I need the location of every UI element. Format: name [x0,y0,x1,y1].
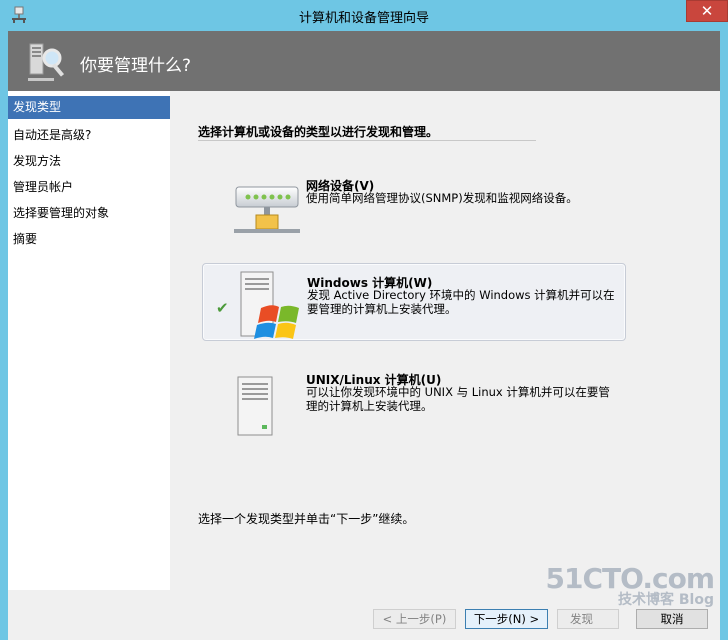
network-device-icon [234,186,300,233]
option-unix-linux-computer[interactable]: UNIX/Linux 计算机(U) 可以让你发现环境中的 UNIX 与 Linu… [202,367,624,443]
instruction-hint: 选择一个发现类型并单击“下一步”继续。 [198,512,415,526]
step-discovery-method[interactable]: 发现方法 [8,148,170,174]
option-network-device-description: 使用简单网络管理协议(SNMP)发现和监视网络设备。 [306,191,578,205]
window-title: 计算机和设备管理向导 [298,11,429,26]
step-discovery-type[interactable]: 发现类型 [8,96,170,119]
option-network-device[interactable]: 网络设备(V) 使用简单网络管理协议(SNMP)发现和监视网络设备。 [202,169,624,245]
section-title: 选择计算机或设备的类型以进行发现和管理。 [198,125,439,139]
discovery-wizard-icon [28,43,65,81]
wizard-window: 计算机和设备管理向导 ✕ 你要管理什么? 发现类型 自动还是高级? 发现方法 管… [0,0,728,640]
cancel-button[interactable]: 取消 [636,609,708,629]
option-windows-computer[interactable]: ✔ Windows 计算机(W) 发现 Active Directory 环境中… [202,263,626,341]
wizard-content: 选择计算机或设备的类型以进行发现和管理。 网络设备(V) 使用简单网络管理协议(… [170,91,720,590]
next-button[interactable]: 下一步(N) > [465,609,548,629]
wizard-header: 你要管理什么? [8,31,720,91]
section-divider [198,140,536,141]
windows-computer-icon [240,271,299,339]
page-title: 你要管理什么? [80,56,192,76]
wizard-steps-sidebar: 发现类型 自动还是高级? 发现方法 管理员帐户 选择要管理的对象 摘要 [8,91,170,590]
site-watermark: 51CTO.com 技术博客 Blog [546,562,715,609]
previous-button[interactable]: < 上一步(P) [373,609,456,629]
option-windows-computer-description: 发现 Active Directory 环境中的 Windows 计算机并可以在… [307,288,615,316]
step-select-objects[interactable]: 选择要管理的对象 [8,200,170,226]
discover-button[interactable]: 发现 [557,609,619,629]
checkmark-icon: ✔ [216,299,229,317]
option-unix-linux-computer-description: 可以让你发现环境中的 UNIX 与 Linux 计算机并可以在要管理的计算机上安… [306,385,610,413]
step-auto-or-advanced[interactable]: 自动还是高级? [8,122,170,148]
step-summary[interactable]: 摘要 [8,226,170,252]
unix-linux-computer-icon [237,376,273,436]
close-button[interactable]: ✕ [686,0,728,22]
step-admin-account[interactable]: 管理员帐户 [8,174,170,200]
title-bar[interactable]: 计算机和设备管理向导 ✕ [0,0,728,31]
